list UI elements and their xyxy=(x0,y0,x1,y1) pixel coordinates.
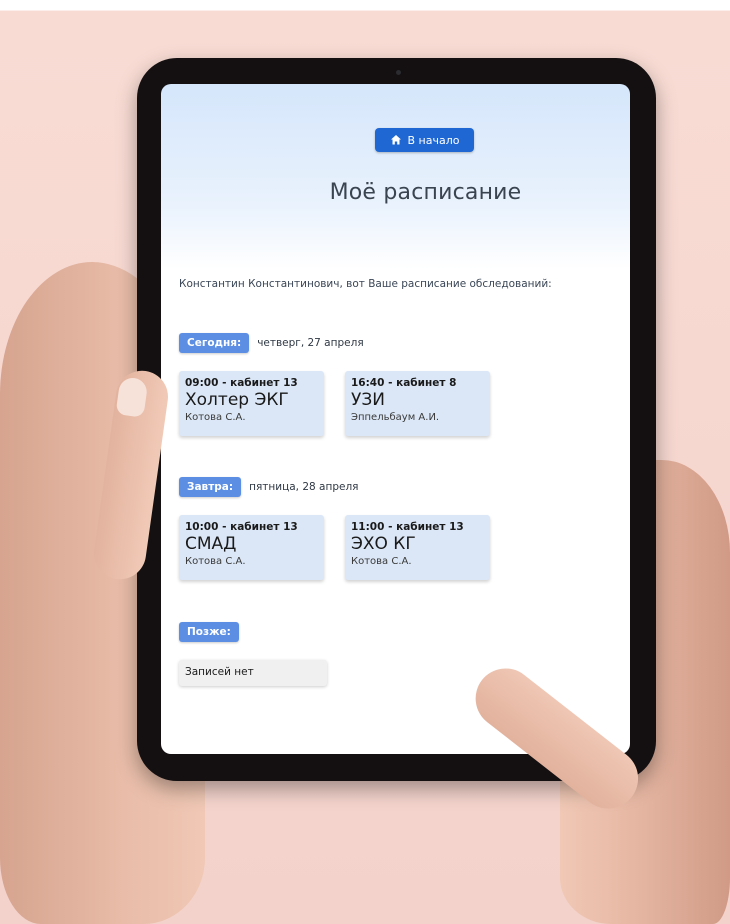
appointment-card[interactable]: 11:00 - кабинет 13 ЭХО КГ Котова С.А. xyxy=(345,515,490,580)
appointment-time: 10:00 - кабинет 13 xyxy=(185,521,298,533)
appointment-time: 11:00 - кабинет 13 xyxy=(351,521,464,533)
section-today: Сегодня: четверг, 27 апреля xyxy=(179,333,364,353)
empty-state: Записей нет xyxy=(179,660,327,686)
home-icon xyxy=(390,135,401,145)
camera-icon xyxy=(396,70,401,75)
appointment-card[interactable]: 09:00 - кабинет 13 Холтер ЭКГ Котова С.А… xyxy=(179,371,324,436)
tomorrow-tag: Завтра: xyxy=(179,477,242,497)
appointment-doctor: Котова С.А. xyxy=(185,412,246,423)
section-later: Позже: xyxy=(179,622,239,642)
intro-text: Константин Константинович, вот Ваше расп… xyxy=(179,278,552,290)
tablet-screen: В начало Моё расписание Константин Конст… xyxy=(161,84,630,754)
tomorrow-date: пятница, 28 апреля xyxy=(249,481,359,493)
page-title: Моё расписание xyxy=(329,180,522,205)
appointment-card[interactable]: 16:40 - кабинет 8 УЗИ Эппельбаум А.И. xyxy=(345,371,490,436)
appointment-procedure: Холтер ЭКГ xyxy=(185,390,289,410)
appointment-procedure: УЗИ xyxy=(351,390,385,410)
home-button[interactable]: В начало xyxy=(375,128,474,152)
appointment-card[interactable]: 10:00 - кабинет 13 СМАД Котова С.А. xyxy=(179,515,324,580)
appointment-doctor: Эппельбаум А.И. xyxy=(351,412,440,423)
appointment-time: 09:00 - кабинет 13 xyxy=(185,377,298,389)
later-tag: Позже: xyxy=(179,622,239,642)
appointment-procedure: ЭХО КГ xyxy=(351,534,416,554)
appointment-doctor: Котова С.А. xyxy=(185,556,246,567)
appointment-doctor: Котова С.А. xyxy=(351,556,412,567)
today-date: четверг, 27 апреля xyxy=(257,337,364,349)
appointment-time: 16:40 - кабинет 8 xyxy=(351,377,457,389)
home-button-label: В начало xyxy=(407,133,460,147)
section-tomorrow: Завтра: пятница, 28 апреля xyxy=(179,477,358,497)
today-tag: Сегодня: xyxy=(179,333,250,353)
appointment-procedure: СМАД xyxy=(185,534,237,554)
